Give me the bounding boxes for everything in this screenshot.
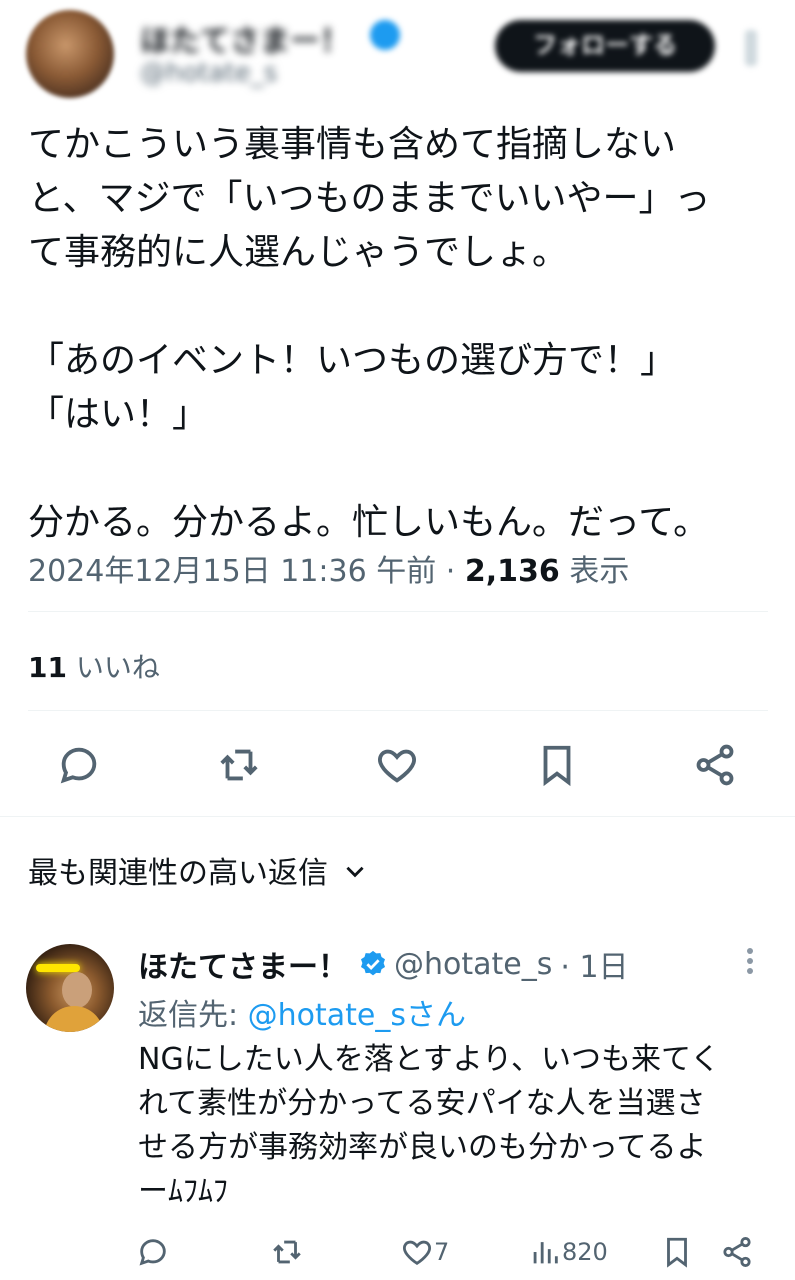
- tweet-action-bar: [0, 730, 795, 800]
- reply-line: ーﾑﾌﾑﾌ: [138, 1174, 228, 1209]
- like-heart-icon[interactable]: 7: [400, 1230, 449, 1274]
- reply-author-name[interactable]: ほたてさまー！: [138, 942, 348, 986]
- more-vertical-icon[interactable]: [740, 948, 760, 978]
- tweet-line: 「あのイベント！いつもの選び方で！」: [28, 340, 677, 381]
- view-label: 表示: [569, 554, 630, 589]
- reply-icon[interactable]: [136, 1230, 170, 1274]
- reply-item[interactable]: ほたてさまー！ @hotate_s · 1日 返信先: @hotate_sさん …: [0, 930, 795, 1280]
- tweet-line-blank: [28, 280, 773, 334]
- tweet-line: 分かる。分かるよ。忙しいもん。だって。: [28, 502, 710, 543]
- share-icon[interactable]: [690, 740, 740, 790]
- tweet-header: ほたてさまー！ @hotate_s フォローする: [0, 0, 795, 110]
- tweet-line: てかこういう裏事情も含めて指摘しない: [28, 124, 677, 165]
- tweet-line: 「はい！」: [28, 394, 209, 435]
- reply-to-handle-link[interactable]: @hotate_sさん: [248, 998, 466, 1033]
- likes-count: 11: [28, 651, 67, 684]
- likes-label: いいね: [75, 651, 160, 684]
- like-heart-icon[interactable]: [372, 740, 422, 790]
- tweet-line: と、マジで「いつものままでいいやー」っ: [28, 178, 711, 219]
- follow-button[interactable]: フォローする: [495, 20, 715, 72]
- more-options-icon[interactable]: [745, 30, 757, 66]
- reply-header: ほたてさまー！ @hotate_s · 1日: [138, 942, 629, 986]
- share-icon[interactable]: [720, 1230, 754, 1274]
- retweet-icon[interactable]: [214, 740, 264, 790]
- reply-action-bar: 7 820: [0, 1230, 795, 1274]
- retweet-icon[interactable]: [270, 1230, 304, 1274]
- tweet-timestamp[interactable]: 2024年12月15日 11:36 午前: [28, 554, 436, 589]
- reply-avatar[interactable]: [26, 944, 114, 1032]
- views-icon[interactable]: 820: [528, 1230, 608, 1274]
- chevron-down-icon: [342, 857, 368, 883]
- verified-badge-icon: [358, 949, 388, 979]
- reply-line: NGにしたい人を落とすより、いつも来てく: [138, 1042, 721, 1077]
- avatar-glow: [36, 964, 80, 972]
- bookmark-icon[interactable]: [660, 1230, 694, 1274]
- likes-summary[interactable]: 11 いいね: [28, 646, 160, 686]
- sort-label: 最も関連性の高い返信: [28, 856, 328, 891]
- reply-to-label: 返信先:: [138, 998, 248, 1033]
- reply-icon[interactable]: [54, 740, 104, 790]
- tweet-line-blank: [28, 442, 773, 496]
- reply-view-count: 820: [562, 1238, 608, 1266]
- reply-text: NGにしたい人を落とすより、いつも来てく れて素性が分かってる安パイな人を当選さ…: [138, 1038, 768, 1214]
- verified-badge-icon: [370, 20, 400, 50]
- tweet-line: て事務的に人選んじゃうでしょ。: [28, 232, 569, 273]
- reply-time[interactable]: · 1日: [560, 942, 628, 986]
- reply-sort-selector[interactable]: 最も関連性の高い返信: [28, 848, 368, 892]
- reply-to-line: 返信先: @hotate_sさん: [138, 990, 466, 1034]
- author-name-blurred[interactable]: ほたてさまー！: [140, 16, 400, 59]
- view-count: 2,136: [464, 554, 560, 589]
- avatar-face: [62, 972, 92, 1008]
- divider: [28, 710, 768, 711]
- author-handle-blurred[interactable]: @hotate_s: [140, 58, 340, 88]
- meta-separator: ·: [445, 554, 456, 589]
- author-avatar-blurred[interactable]: [26, 10, 114, 98]
- tweet-meta: 2024年12月15日 11:36 午前 · 2,136 表示: [28, 546, 629, 590]
- reply-author-handle[interactable]: @hotate_s: [394, 947, 552, 982]
- reply-line: れて素性が分かってる安パイな人を当選さ: [138, 1086, 706, 1121]
- reply-like-count: 7: [434, 1238, 450, 1266]
- divider: [0, 816, 795, 817]
- divider: [28, 611, 768, 612]
- tweet-text: てかこういう裏事情も含めて指摘しない と、マジで「いつものままでいいやー」っ て…: [28, 118, 773, 550]
- bookmark-icon[interactable]: [532, 740, 582, 790]
- reply-line: せる方が事務効率が良いのも分かってるよ: [138, 1130, 707, 1165]
- avatar-robe: [44, 1006, 104, 1032]
